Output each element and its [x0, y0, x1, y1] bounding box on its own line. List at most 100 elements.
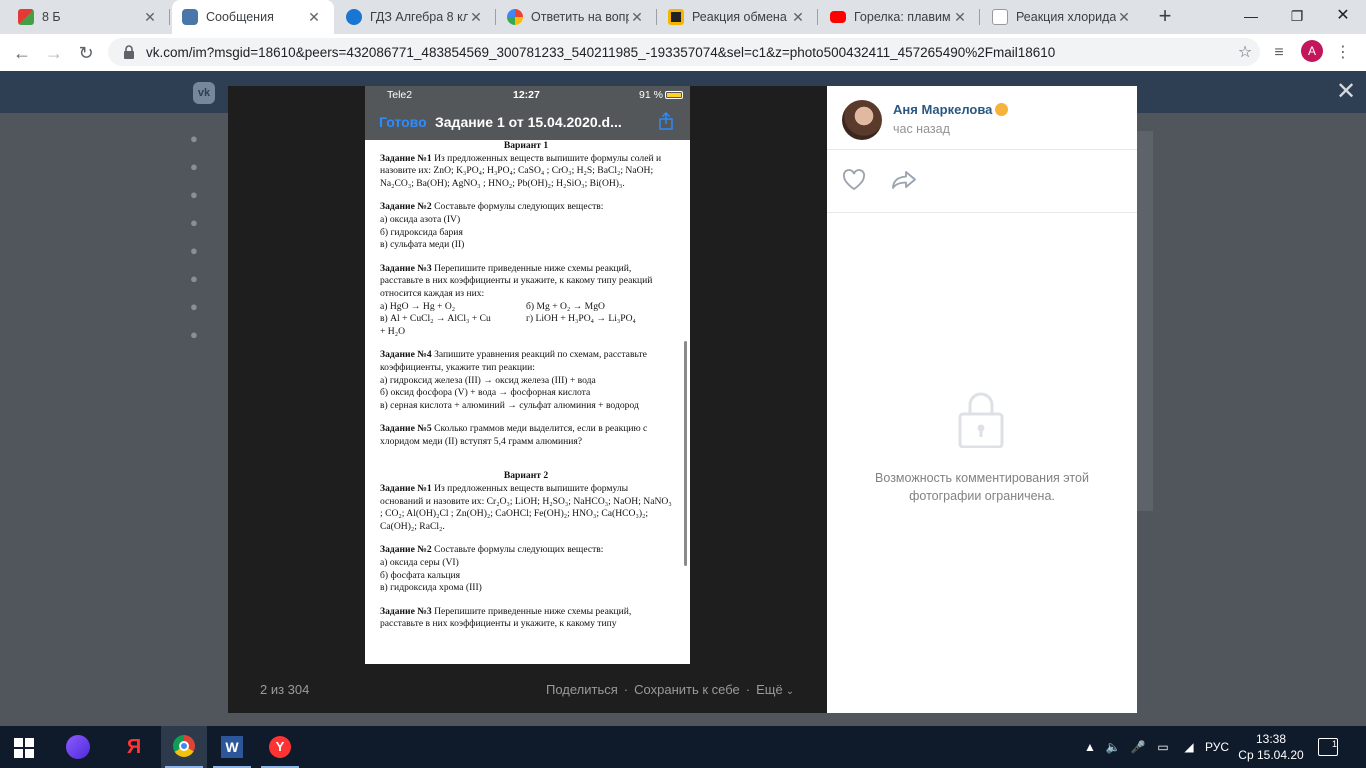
chrome-app[interactable]	[161, 726, 207, 768]
divider	[827, 149, 1137, 150]
close-icon[interactable]: ✕	[306, 9, 322, 26]
v1-task-2: Задание №2 Составьте формулы следующих в…	[380, 201, 604, 251]
photo-counter: 2 из 304	[260, 682, 310, 697]
bookmark-star-icon[interactable]: ☆	[1230, 42, 1260, 62]
alice-icon	[66, 735, 90, 759]
share-arrow-icon[interactable]	[891, 170, 917, 190]
address-bar[interactable]: vk.com/im?msgid=18610&peers=432086771_48…	[108, 38, 1260, 66]
share-link[interactable]: Поделиться	[546, 682, 618, 697]
clock-date: Ср 15.04.20	[1238, 748, 1304, 762]
photo-image[interactable]: Tele2 12:27 91 % Готово Задание 1 от 15.…	[365, 86, 690, 664]
gdz-icon	[346, 9, 362, 25]
close-icon[interactable]: ✕	[790, 9, 806, 26]
phone-status-bar: Tele2 12:27 91 %	[365, 86, 690, 104]
dimmed-card	[1137, 131, 1153, 511]
minimize-button[interactable]: —	[1228, 0, 1274, 34]
close-icon[interactable]: ✕	[629, 9, 645, 26]
close-icon[interactable]: ✕	[142, 9, 158, 26]
heart-icon[interactable]	[842, 169, 866, 191]
lock-icon	[958, 392, 1004, 448]
battery-tray-icon[interactable]: ▭	[1152, 726, 1174, 768]
tab-messages[interactable]: Сообщения ✕	[172, 0, 334, 34]
done-button: Готово	[379, 114, 427, 130]
variant-2-heading: Вариант 2	[503, 470, 549, 482]
v1-task-1: Задание №1 Из предложенных веществ выпиш…	[380, 152, 662, 189]
o-icon	[668, 9, 684, 25]
post-time[interactable]: час назад	[893, 122, 950, 136]
variant-1-heading: Вариант 1	[503, 140, 549, 151]
notification-count: 1	[1331, 739, 1337, 749]
document-text: Вариант 1 Задание №1 Из предложенных вещ…	[380, 140, 672, 642]
yandex-y-icon: Y	[269, 736, 291, 758]
author-name[interactable]: Аня Маркелова	[893, 102, 992, 117]
author-link[interactable]: Аня Маркелова	[893, 102, 1009, 117]
phone-nav-bar: Готово Задание 1 от 15.04.2020.d...	[365, 104, 690, 140]
microphone-icon[interactable]: 🎤	[1128, 726, 1148, 768]
vk-logo-icon[interactable]: vk	[193, 82, 215, 104]
phone-scrollbar	[684, 341, 687, 566]
author-avatar[interactable]	[842, 100, 882, 140]
v2-task-2: Задание №2 Составьте формулы следующих в…	[380, 544, 604, 594]
word-icon: W	[221, 736, 243, 758]
yandex-browser-app[interactable]: Я	[111, 726, 157, 768]
save-link[interactable]: Сохранить к себе	[634, 682, 740, 697]
back-button[interactable]: ←	[8, 39, 36, 67]
forward-button[interactable]: →	[40, 39, 68, 67]
close-icon[interactable]: ✕	[1116, 9, 1132, 26]
reload-button[interactable]: ↻	[72, 39, 100, 67]
ios-share-icon	[659, 112, 673, 130]
browser-toolbar: ← → ↻ vk.com/im?msgid=18610&peers=432086…	[0, 34, 1366, 71]
language-indicator[interactable]: РУС	[1202, 726, 1232, 768]
url-text: vk.com/im?msgid=18610&peers=432086771_48…	[146, 44, 1056, 60]
youtube-icon	[830, 11, 846, 23]
carrier-text: Tele2	[387, 89, 413, 101]
chevron-down-icon: ⌄	[785, 686, 795, 697]
vk-messages-icon	[182, 9, 198, 25]
tray-chevron-icon[interactable]: ▲	[1080, 726, 1100, 768]
tab-reaction-exchange[interactable]: Реакция обмена ✕	[658, 0, 818, 34]
tab-gdz[interactable]: ГДЗ Алгебра 8 кл ✕	[336, 0, 496, 34]
close-window-button[interactable]: ✕	[1320, 0, 1366, 34]
vk-page: vk ● ● ● ● ● ● ● ● ✕ Tele2 12:27 91 % Готово За…	[0, 71, 1366, 726]
google-icon	[507, 9, 523, 25]
comments-restricted-text: Возможность комментирования этой фотогра…	[875, 471, 1089, 503]
photo-info-panel: Аня Маркелова час назад Возможность комм…	[827, 86, 1137, 713]
close-icon[interactable]: ✕	[468, 9, 484, 26]
word-app[interactable]: W	[209, 726, 255, 768]
divider	[827, 212, 1137, 213]
vk-colorful-icon	[18, 9, 34, 25]
more-link[interactable]: Ещё	[756, 682, 783, 697]
phone-time: 12:27	[513, 89, 540, 101]
photo-viewer: Tele2 12:27 91 % Готово Задание 1 от 15.…	[228, 86, 827, 713]
tab-youtube[interactable]: Горелка: плавим ✕	[820, 0, 980, 34]
restore-button[interactable]: ❐	[1274, 0, 1320, 34]
tab-8b[interactable]: 8 Б ✕	[8, 0, 170, 34]
yandex-app[interactable]: Y	[257, 726, 303, 768]
windows-taskbar: Я W Y ▲ 🔈 🎤 ▭ ◢ РУС 13:38 Ср 15.04.20 1	[0, 726, 1366, 768]
clock-time: 13:38	[1255, 732, 1287, 746]
windows-start-icon[interactable]	[14, 738, 34, 758]
network-icon[interactable]: ◢	[1178, 726, 1200, 768]
viewer-actions: Поделиться · Сохранить к себе · Ещё ⌄	[546, 682, 795, 697]
media-queue-icon[interactable]: ≡	[1268, 42, 1290, 64]
yandex-icon: Я	[126, 736, 142, 758]
v1-task-3: Задание №3 Перепишите приведенные ниже с…	[380, 262, 653, 337]
tab-google[interactable]: Ответить на вопр ✕	[497, 0, 657, 34]
tab-strip: 8 Б ✕ Сообщения ✕ ГДЗ Алгебра 8 кл ✕ Отв…	[0, 0, 1366, 34]
clock[interactable]: 13:38 Ср 15.04.20	[1238, 731, 1304, 763]
battery-text: 91 %	[639, 89, 663, 101]
v2-task-3: Задание №3 Перепишите приведенные ниже с…	[380, 605, 632, 630]
doc-icon	[992, 9, 1008, 25]
tab-reaction-chloride[interactable]: Реакция хлорида ✕	[982, 0, 1144, 34]
volume-icon[interactable]: 🔈	[1102, 726, 1124, 768]
close-icon[interactable]: ✕	[952, 9, 968, 26]
lock-icon	[124, 45, 134, 59]
menu-dots-icon[interactable]: ⋮	[1332, 42, 1354, 64]
dimmed-sidebar: ● ● ● ● ● ● ● ●	[190, 131, 198, 342]
close-viewer-icon[interactable]: ✕	[1333, 79, 1359, 105]
alice-app[interactable]	[55, 726, 101, 768]
notification-center-icon[interactable]: 1	[1318, 738, 1338, 756]
emoji-icon	[995, 103, 1009, 116]
new-tab-button[interactable]: +	[1152, 4, 1178, 30]
profile-avatar[interactable]: A	[1301, 40, 1323, 62]
